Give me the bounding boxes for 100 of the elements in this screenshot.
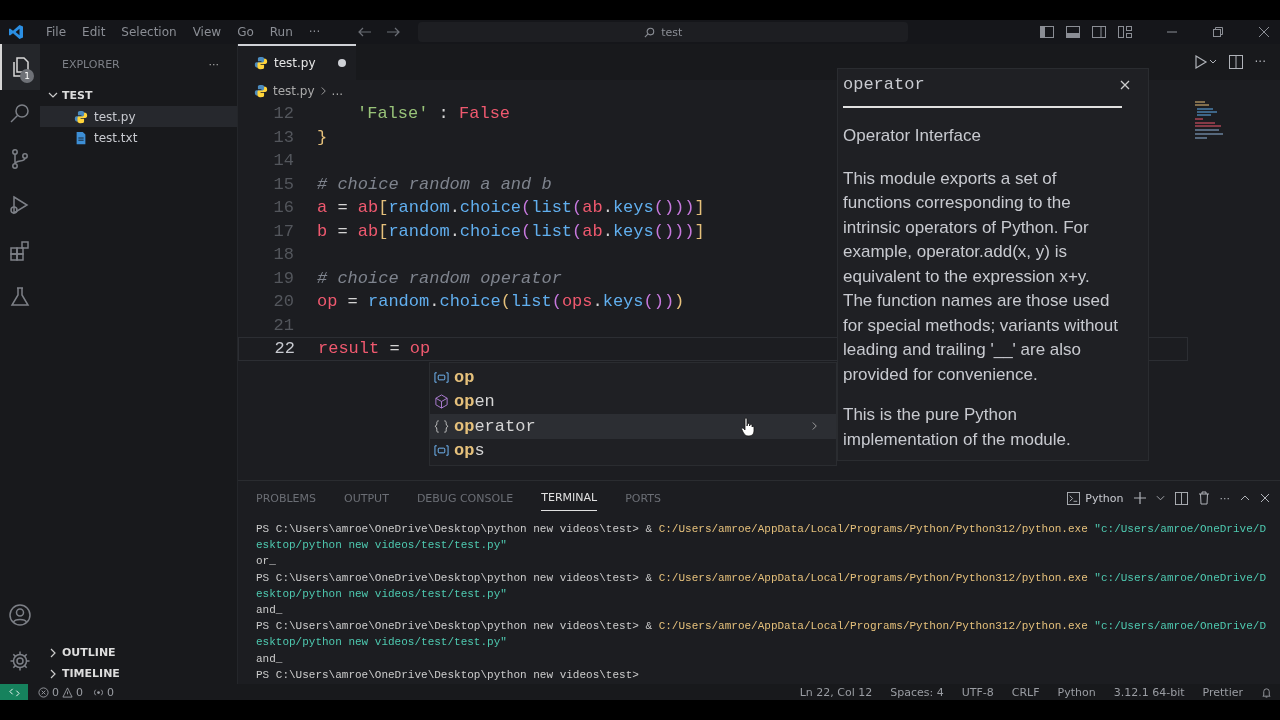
- chevron-icon: [48, 647, 58, 658]
- python-file-icon: [74, 109, 88, 124]
- secondary-sidebar-icon[interactable]: [1092, 26, 1106, 38]
- code-line: b = ab[random.choice(list(ab.keys()))]: [317, 221, 705, 241]
- command-search-field[interactable]: test: [418, 22, 909, 42]
- explorer-file[interactable]: test.txt: [40, 127, 237, 148]
- error-count[interactable]: 0: [52, 685, 59, 699]
- terminal-line: and_: [256, 602, 284, 618]
- status-item[interactable]: Ln 22, Col 12: [799, 685, 873, 699]
- line-number: 12: [272, 104, 295, 124]
- more-actions-button[interactable]: ···: [1254, 55, 1266, 69]
- document-icon: [74, 130, 88, 145]
- code-line: op = random.choice(list(ops.keys())): [317, 292, 685, 312]
- status-item[interactable]: 3.12.1 64-bit: [1113, 685, 1185, 699]
- status-item[interactable]: Spaces: 4: [890, 685, 944, 699]
- status-item[interactable]: UTF-8: [961, 685, 994, 699]
- sidebar-toggle-icon[interactable]: [1040, 26, 1054, 38]
- suggestion-item[interactable]: operator: [430, 414, 836, 439]
- doc-paragraph: This is the pure Python implementation of the module.: [843, 404, 1072, 451]
- terminal-line: PS C:\Users\amroe\OneDrive\Desktop\python new videos\test> & C:/Users/amroe/AppData/Local/Programs/Python/Python312/python.exe "c:/Users/amroe/OneDrive/D: [256, 522, 1267, 537]
- doc-paragraph: This module exports a set of functions corresponding to the intrinsic operators of Python. For example, operator.add(x, y) is equivalent to the expression x+y. The function names are those used for special methods; variants without leading and trailing '__' are also provided for convenience.: [843, 167, 1119, 386]
- close-icon[interactable]: [1260, 493, 1270, 503]
- menu-item[interactable]: Edit: [74, 25, 114, 39]
- line-number: 20: [272, 292, 295, 312]
- chevron-down-icon[interactable]: [1155, 495, 1165, 501]
- menu-item[interactable]: File: [38, 25, 75, 39]
- code-line: }: [317, 127, 328, 147]
- account-icon[interactable]: [8, 603, 32, 627]
- maximize-panel-icon[interactable]: [1240, 495, 1250, 501]
- status-item[interactable]: Prettier: [1202, 685, 1243, 699]
- explorer-file[interactable]: test.py: [40, 106, 237, 127]
- suggestion-item[interactable]: ops: [430, 438, 836, 463]
- restore-icon[interactable]: [1212, 26, 1224, 38]
- close-icon[interactable]: [1258, 26, 1270, 38]
- line-number: 13: [272, 127, 295, 147]
- breadcrumb-item[interactable]: test.py: [273, 84, 315, 98]
- menu-item[interactable]: Run: [261, 25, 301, 39]
- code-line: 'False' : False: [356, 104, 511, 124]
- forward-arrow-icon[interactable]: [386, 27, 401, 37]
- layout-icon[interactable]: [1118, 26, 1132, 38]
- terminal-line: esktop/python new videos/test/test.py": [256, 586, 508, 602]
- suggestion-item[interactable]: op: [430, 365, 836, 390]
- more-actions-button[interactable]: ···: [208, 57, 219, 71]
- line-number: 17: [272, 221, 295, 241]
- suggestion-item[interactable]: open: [430, 389, 836, 414]
- section-header[interactable]: TIMELINE: [40, 663, 237, 684]
- settings-icon[interactable]: [8, 649, 32, 673]
- variable-icon: [434, 369, 449, 385]
- warning-icon: [62, 686, 73, 698]
- code-line: a = ab[random.choice(list(ab.keys()))]: [317, 198, 705, 218]
- menu-item[interactable]: ···: [300, 25, 329, 39]
- ports-count[interactable]: 0: [107, 685, 114, 699]
- flask-icon: [8, 285, 32, 309]
- line-number: 19: [272, 268, 295, 288]
- braces-icon: [434, 418, 449, 434]
- split-editor-icon[interactable]: [1228, 55, 1243, 69]
- line-number: 22: [273, 339, 296, 359]
- menu-item[interactable]: Selection: [113, 25, 185, 39]
- remote-icon: [8, 686, 20, 698]
- split-terminal-icon[interactable]: [1174, 491, 1188, 505]
- cube-icon: [434, 394, 449, 410]
- blocks-icon: [8, 239, 32, 263]
- panel-toggle-icon[interactable]: [1066, 26, 1080, 38]
- python-file-icon: [254, 56, 268, 70]
- variable-icon: [434, 443, 449, 459]
- code-line: result = op: [318, 339, 431, 359]
- bell-icon[interactable]: [1261, 686, 1272, 698]
- add-icon[interactable]: [1133, 492, 1146, 504]
- app-logo-icon: [8, 24, 24, 40]
- terminal-line: PS C:\Users\amroe\OneDrive\Desktop\python new videos\test>: [256, 667, 640, 683]
- more-actions-button[interactable]: ···: [1219, 491, 1230, 505]
- sidebar-title: EXPLORER: [62, 57, 120, 71]
- warning-count[interactable]: 0: [76, 685, 83, 699]
- panel-tab[interactable]: TERMINAL: [541, 485, 598, 511]
- terminal-selector[interactable]: Python: [1067, 491, 1124, 505]
- editor-tab[interactable]: test.py: [238, 44, 356, 80]
- menu-item[interactable]: View: [184, 25, 230, 39]
- breadcrumb-item[interactable]: ...: [331, 84, 344, 98]
- line-number: 16: [272, 198, 295, 218]
- section-header[interactable]: OUTLINE: [40, 642, 237, 663]
- chevron-icon: [319, 86, 327, 96]
- popup-title: operator: [843, 73, 925, 96]
- terminal-line: esktop/python new videos/test/test.py": [256, 538, 508, 554]
- line-number: 14: [272, 151, 295, 171]
- trash-icon[interactable]: [1197, 491, 1210, 505]
- terminal-line: PS C:\Users\amroe\OneDrive\Desktop\python new videos\test> & C:/Users/amroe/AppData/Local/Programs/Python/Python312/python.exe "c:/Users/amroe/OneDrive/D: [256, 570, 1267, 586]
- code-line: # choice random a and b: [317, 174, 552, 194]
- close-icon[interactable]: [1120, 80, 1130, 90]
- activity-bar-item[interactable]: 1: [0, 44, 40, 90]
- status-item[interactable]: CRLF: [1011, 685, 1040, 699]
- back-arrow-icon[interactable]: [358, 27, 373, 37]
- terminal-icon: [1067, 491, 1081, 505]
- terminal-line: or_: [256, 554, 277, 570]
- chevron-icon[interactable]: [811, 421, 818, 432]
- folder-item[interactable]: TEST: [40, 84, 237, 106]
- terminal-line: esktop/python new videos/test/test.py": [256, 635, 508, 651]
- hand-cursor-icon: [741, 417, 755, 437]
- run-icon[interactable]: [1194, 55, 1217, 69]
- status-item[interactable]: Python: [1057, 685, 1096, 699]
- menu-item[interactable]: Go: [229, 25, 262, 39]
